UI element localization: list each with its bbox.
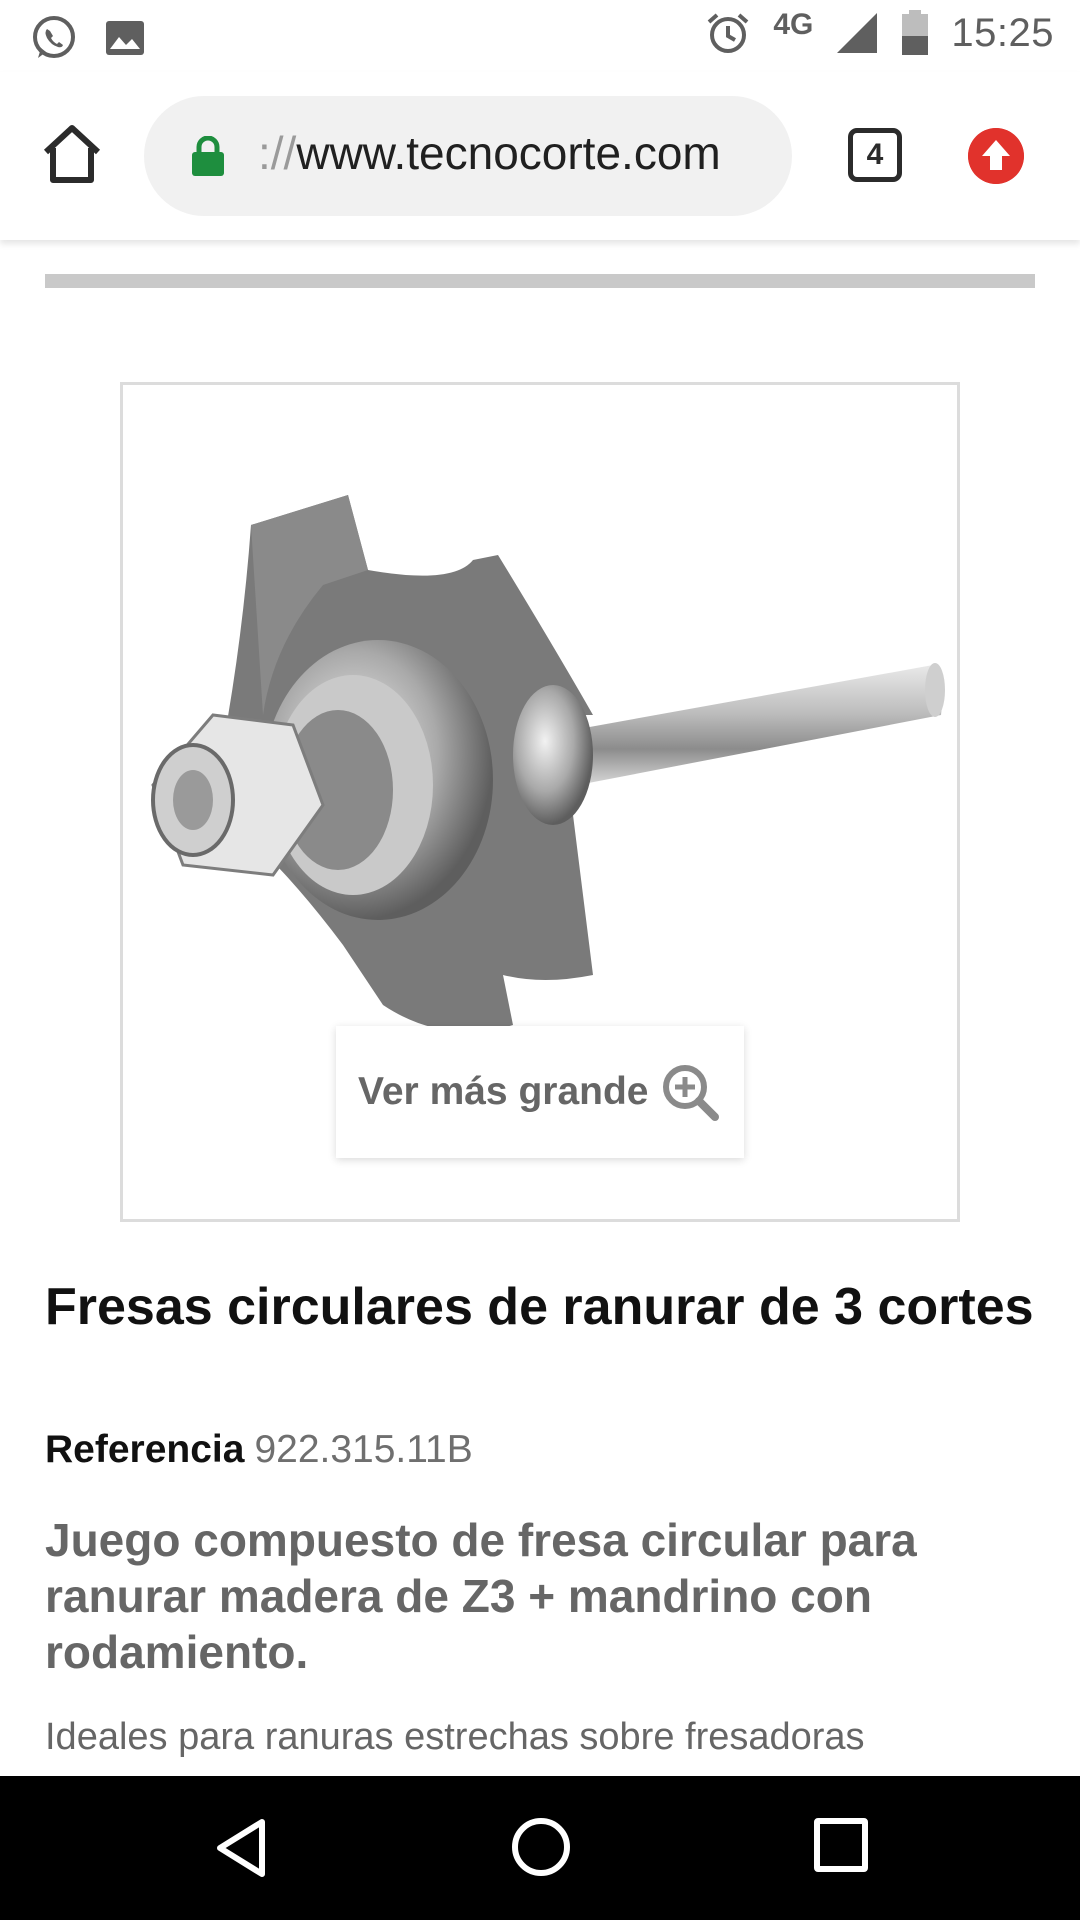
reference-value: 922.315.11B (254, 1428, 473, 1471)
url-text: ://www.tecnocorte.com (258, 126, 721, 180)
product-reference: Referencia 922.315.11B (45, 1428, 473, 1472)
back-icon[interactable] (210, 1816, 274, 1880)
home-icon[interactable] (40, 122, 104, 186)
view-larger-button[interactable]: Ver más grande (336, 1026, 744, 1158)
status-bar-left (30, 14, 146, 62)
update-icon[interactable] (968, 128, 1024, 184)
browser-toolbar: ://www.tecnocorte.com 4 (0, 72, 1080, 240)
clock: 15:25 (951, 10, 1054, 55)
zoom-in-icon (663, 1065, 720, 1121)
view-larger-label: Ver más grande (358, 1070, 649, 1113)
divider-bar (45, 274, 1035, 288)
tab-switcher-button[interactable]: 4 (848, 128, 902, 182)
url-host: www.tecnocorte.com (296, 127, 721, 179)
reference-label: Referencia (45, 1428, 245, 1471)
network-type: 4G (773, 8, 814, 41)
alarm-icon (708, 13, 749, 53)
address-bar[interactable]: ://www.tecnocorte.com (144, 96, 792, 216)
status-bar-right: 4G 15:25 (705, 8, 1054, 56)
battery-icon (902, 10, 929, 55)
product-title: Fresas circulares de ranurar de 3 cortes (45, 1278, 1034, 1336)
url-prefix: :// (258, 127, 297, 179)
product-subtitle: Juego compuesto de fresa circular para r… (45, 1514, 917, 1678)
signal-icon (837, 13, 878, 53)
status-bar: 4G 15:25 (0, 0, 1080, 72)
image-icon (106, 21, 144, 55)
recents-icon[interactable] (814, 1818, 868, 1872)
whatsapp-icon (33, 16, 75, 58)
system-navigation-bar (0, 1776, 1080, 1920)
lock-icon (192, 136, 224, 176)
home-circle-icon[interactable] (510, 1816, 572, 1878)
